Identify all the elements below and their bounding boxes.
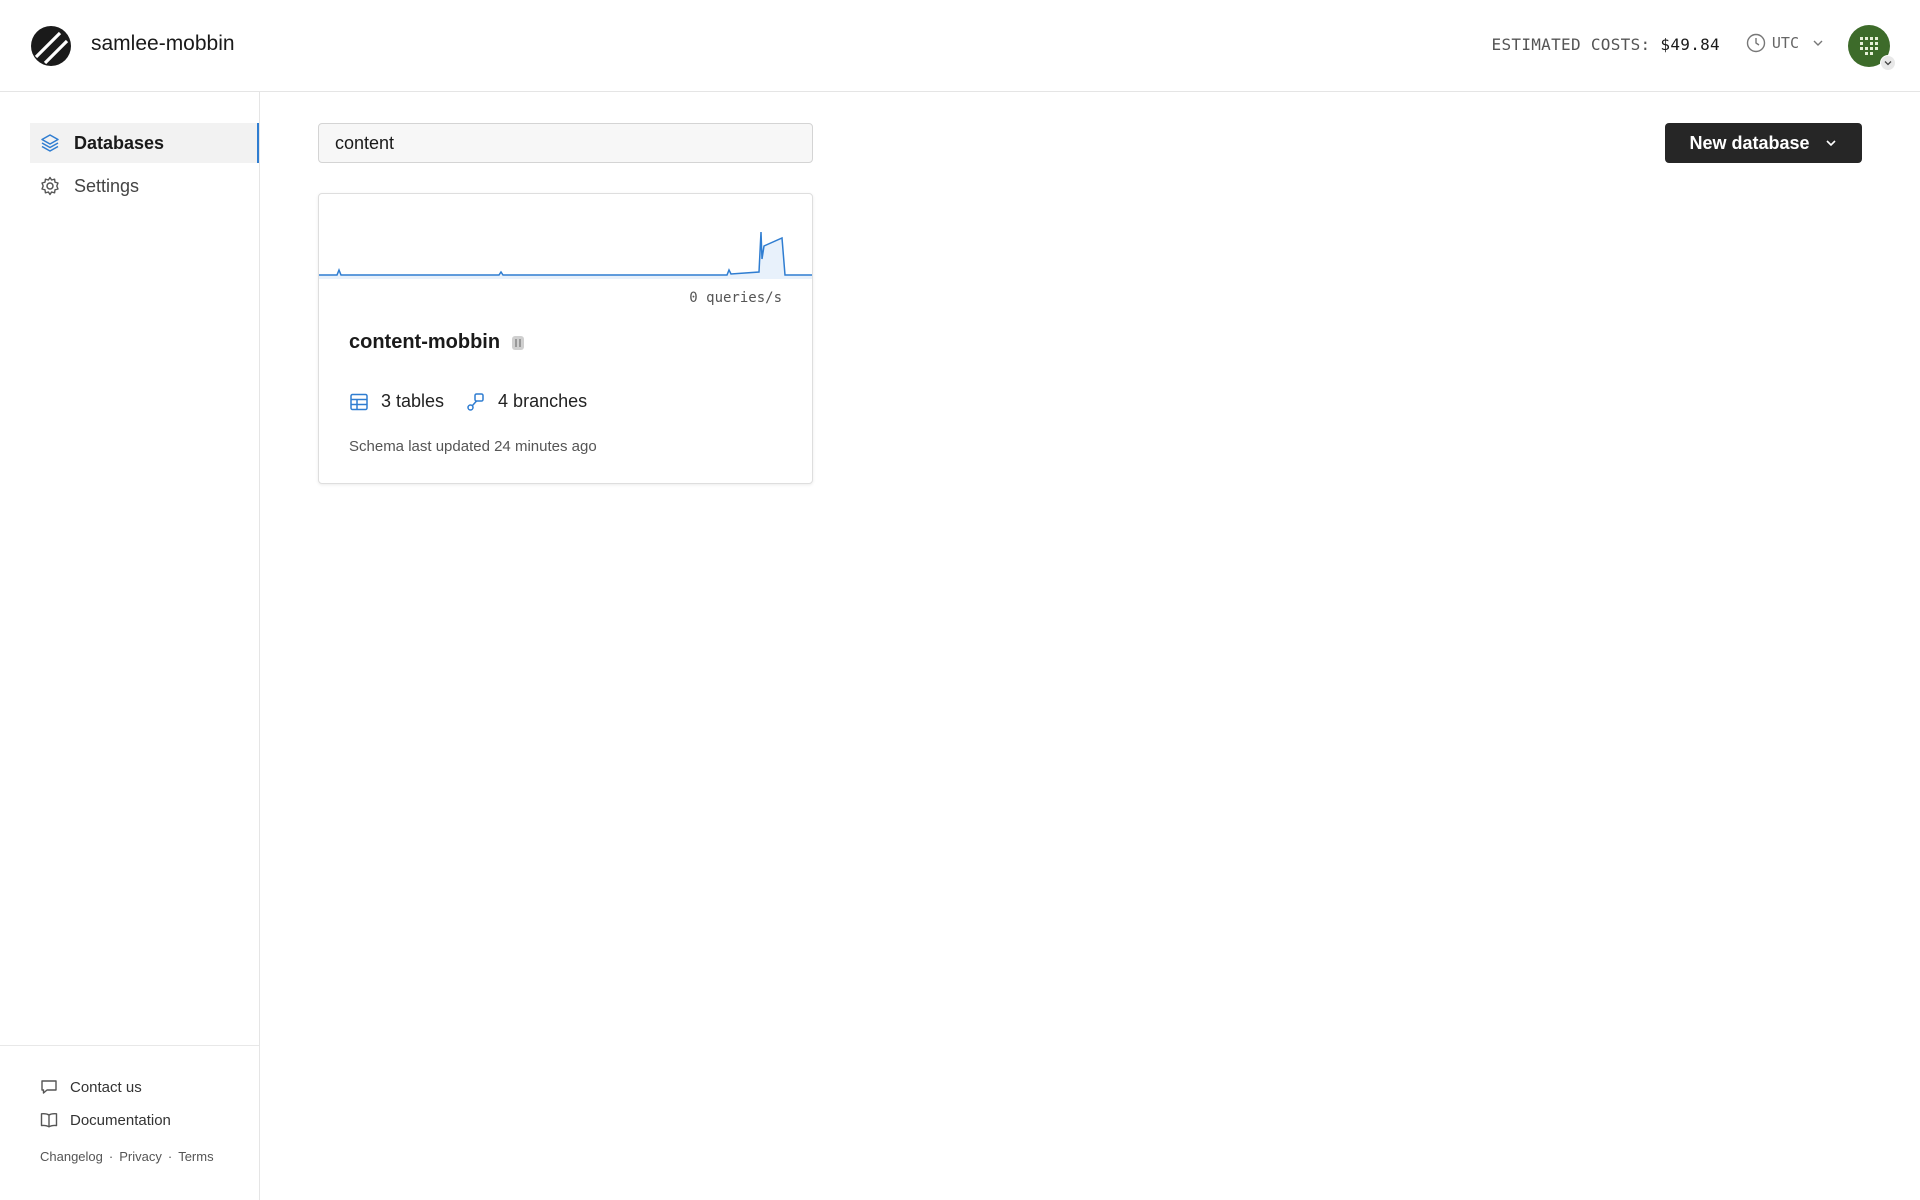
- terms-link[interactable]: Terms: [178, 1149, 213, 1164]
- branches-stat: 4 branches: [466, 391, 587, 412]
- schema-updated: Schema last updated 24 minutes ago: [349, 438, 597, 455]
- contact-us-link[interactable]: Contact us: [40, 1078, 142, 1096]
- book-icon: [40, 1112, 58, 1128]
- documentation-label: Documentation: [70, 1111, 171, 1129]
- planetscale-logo-icon[interactable]: [30, 25, 72, 67]
- user-avatar-icon: [1860, 37, 1878, 55]
- estimated-costs: ESTIMATED COSTS: $49.84: [1492, 35, 1720, 54]
- database-card[interactable]: 0 queries/s content-mobbin 3 tables 4 br…: [318, 193, 813, 484]
- table-icon: [350, 393, 368, 410]
- sidebar-item-databases[interactable]: Databases: [30, 123, 259, 163]
- gear-icon: [41, 176, 59, 196]
- separator: ·: [108, 1149, 114, 1164]
- new-database-button[interactable]: New database: [1665, 123, 1862, 163]
- region-status-icon: [512, 335, 525, 350]
- timezone-selector[interactable]: UTC: [1746, 33, 1825, 53]
- sidebar-footer: Contact us Documentation: [0, 1045, 259, 1200]
- new-database-label: New database: [1689, 132, 1810, 153]
- sidebar: Databases Settings Contact us Documentat…: [0, 92, 260, 1200]
- avatar[interactable]: [1848, 25, 1896, 71]
- chevron-down-icon: [1884, 61, 1892, 66]
- clock-icon: [1746, 33, 1766, 53]
- tables-stat: 3 tables: [349, 391, 444, 412]
- layers-icon: [41, 134, 59, 152]
- branch-icon: [467, 392, 484, 411]
- costs-value: $49.84: [1660, 35, 1720, 54]
- changelog-link[interactable]: Changelog: [40, 1149, 103, 1164]
- sidebar-item-label: Settings: [74, 175, 140, 196]
- contact-us-label: Contact us: [70, 1078, 142, 1096]
- top-bar: samlee-mobbin ESTIMATED COSTS: $49.84 UT…: [0, 0, 1920, 92]
- database-stats: 3 tables 4 branches: [349, 391, 587, 412]
- search-input[interactable]: [318, 123, 813, 163]
- privacy-link[interactable]: Privacy: [119, 1149, 162, 1164]
- queries-per-second: 0 queries/s: [689, 290, 782, 306]
- branches-count: 4 branches: [498, 391, 588, 411]
- avatar-menu-badge[interactable]: [1880, 55, 1896, 71]
- chat-bubble-icon: [41, 1080, 57, 1094]
- database-name[interactable]: content-mobbin: [349, 331, 526, 354]
- sidebar-item-label: Databases: [74, 132, 165, 153]
- legal-links: Changelog · Privacy · Terms: [40, 1149, 214, 1164]
- tables-count: 3 tables: [381, 391, 445, 411]
- sidebar-item-settings[interactable]: Settings: [30, 166, 259, 206]
- timezone-label: UTC: [1771, 34, 1799, 52]
- database-name-label: content-mobbin: [349, 331, 501, 353]
- chevron-down-icon: [1825, 140, 1836, 147]
- chevron-down-icon: [1813, 40, 1823, 46]
- costs-label: ESTIMATED COSTS:: [1491, 35, 1651, 54]
- query-activity-sparkline: [319, 231, 812, 279]
- documentation-link[interactable]: Documentation: [40, 1111, 171, 1129]
- separator: ·: [167, 1149, 173, 1164]
- org-name[interactable]: samlee-mobbin: [91, 32, 235, 56]
